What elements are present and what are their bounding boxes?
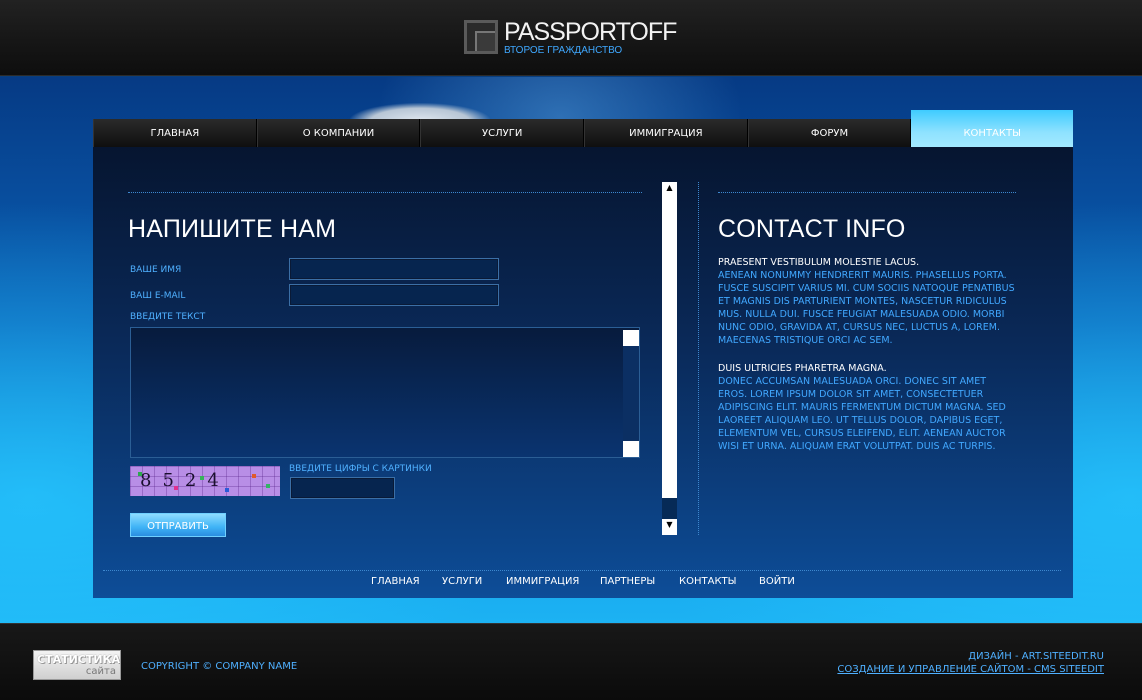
contact-title: CONTACT INFO: [718, 215, 906, 243]
contact-block2-body: DONEC ACCUMSAN MALESUADA ORCI. DONEC SIT…: [718, 376, 1006, 452]
message-textarea[interactable]: [130, 327, 640, 458]
bottom-nav-contacts[interactable]: КОНТАКТЫ: [679, 576, 736, 587]
name-input[interactable]: [289, 258, 499, 280]
logo-title: PASSPORTOFF: [504, 18, 677, 46]
nav-item-services[interactable]: УСЛУГИ: [420, 119, 585, 147]
form-title: НАПИШИТЕ НАМ: [128, 215, 337, 243]
copyright-text: COPYRIGHT © COMPANY NAME: [141, 661, 298, 672]
stats-counter-title: СТАТИСТИКА: [37, 653, 121, 666]
divider-top-left: [128, 192, 642, 193]
email-input[interactable]: [289, 284, 499, 306]
captcha-noise: [174, 486, 178, 490]
divider-top-right: [718, 192, 1016, 193]
divider-bottom: [103, 570, 1061, 571]
scroll-up-icon[interactable]: ▲: [662, 182, 677, 194]
captcha-noise: [225, 488, 229, 492]
textarea-scroll-down[interactable]: [623, 441, 639, 457]
nav-item-home[interactable]: ГЛАВНАЯ: [93, 119, 257, 147]
bottom-nav-immigration[interactable]: ИММИГРАЦИЯ: [506, 576, 579, 587]
captcha-label: ВВЕДИТЕ ЦИФРЫ С КАРТИНКИ: [289, 464, 432, 474]
scroll-down-icon[interactable]: ▼: [662, 519, 677, 531]
contact-block1-body: AENEAN NONUMMY HENDRERIT MAURIS. PHASELL…: [718, 270, 1015, 346]
bottom-nav-login[interactable]: ВОЙТИ: [759, 576, 795, 587]
submit-button[interactable]: ОТПРАВИТЬ: [130, 513, 226, 537]
stats-counter-subtitle: сайта: [85, 666, 116, 677]
bottom-nav-services[interactable]: УСЛУГИ: [442, 576, 482, 587]
logo-subtitle: ВТОРОЕ ГРАЖДАНСТВО: [504, 45, 623, 56]
textarea-scrollbar[interactable]: [623, 330, 639, 457]
contact-block2-title: DUIS ULTRICIES PHARETRA MAGNA.: [718, 363, 887, 374]
captcha-image: 8524: [130, 466, 280, 496]
captcha-noise: [138, 472, 142, 476]
captcha-noise: [200, 476, 204, 480]
captcha-digits: 8524: [140, 470, 230, 491]
stats-counter-badge[interactable]: СТАТИСТИКА сайта: [33, 650, 121, 680]
bottom-nav-partners[interactable]: ПАРТНЕРЫ: [600, 576, 655, 587]
nav-item-forum[interactable]: ФОРУМ: [747, 119, 912, 147]
nav-item-about[interactable]: О КОМПАНИИ: [256, 119, 421, 147]
nav-item-contacts[interactable]: КОНТАКТЫ: [911, 110, 1074, 147]
name-label: ВАШЕ ИМЯ: [130, 265, 182, 275]
captcha-input[interactable]: [290, 477, 395, 499]
column-divider: [698, 182, 699, 535]
email-label: ВАШ E-MAIL: [130, 291, 186, 301]
text-label: ВВЕДИТЕ ТЕКСТ: [130, 312, 206, 322]
logo-square-icon: [464, 20, 498, 54]
design-credit-link[interactable]: ДИЗАЙН - ART.SITEEDIT.RU: [968, 651, 1104, 662]
bottom-nav-home[interactable]: ГЛАВНАЯ: [371, 576, 420, 587]
captcha-noise: [266, 484, 270, 488]
textarea-scroll-up[interactable]: [623, 330, 639, 346]
site-header: PASSPORTOFF ВТОРОЕ ГРАЖДАНСТВО: [0, 0, 1142, 76]
content-scrollbar[interactable]: ▲ ▼: [662, 182, 677, 535]
nav-item-immigration[interactable]: ИММИГРАЦИЯ: [584, 119, 748, 147]
captcha-noise: [252, 474, 256, 478]
scroll-track[interactable]: [662, 498, 677, 519]
main-nav: ГЛАВНАЯ О КОМПАНИИ УСЛУГИ ИММИГРАЦИЯ ФОР…: [93, 110, 1074, 147]
contact-block1-title: PRAESENT VESTIBULUM MOLESTIE LACUS.: [718, 257, 920, 268]
cms-credit-link[interactable]: СОЗДАНИЕ И УПРАВЛЕНИЕ САЙТОМ - CMS SITEE…: [837, 664, 1104, 675]
